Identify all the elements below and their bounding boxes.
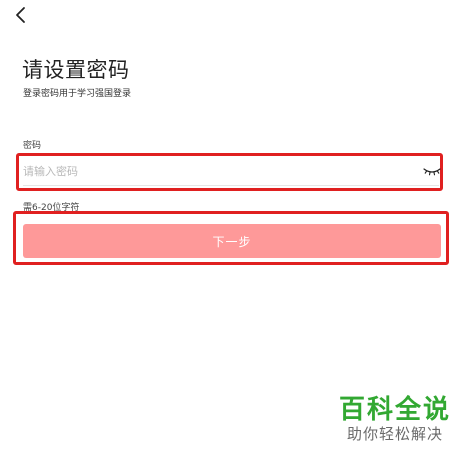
page-subtitle: 登录密码用于学习强国登录 — [23, 89, 132, 99]
set-password-page: 请设置密码 登录密码用于学习强国登录 密码 需6-20位字符 下一步 百科全说 … — [0, 0, 462, 458]
watermark-logo: 百科全说 助你轻松解决 — [336, 396, 454, 444]
page-title: 请设置密码 — [22, 58, 130, 82]
password-underline — [23, 185, 439, 186]
password-visibility-toggle[interactable] — [422, 163, 442, 179]
watermark-sub-text: 助你轻松解决 — [346, 425, 443, 443]
password-label: 密码 — [23, 141, 42, 151]
password-input[interactable] — [23, 158, 403, 184]
chevron-left-icon — [16, 7, 25, 23]
next-button[interactable]: 下一步 — [23, 224, 441, 258]
watermark-main-text: 百科全说 — [338, 395, 451, 425]
back-button[interactable] — [10, 4, 32, 26]
eye-closed-icon — [423, 168, 441, 176]
